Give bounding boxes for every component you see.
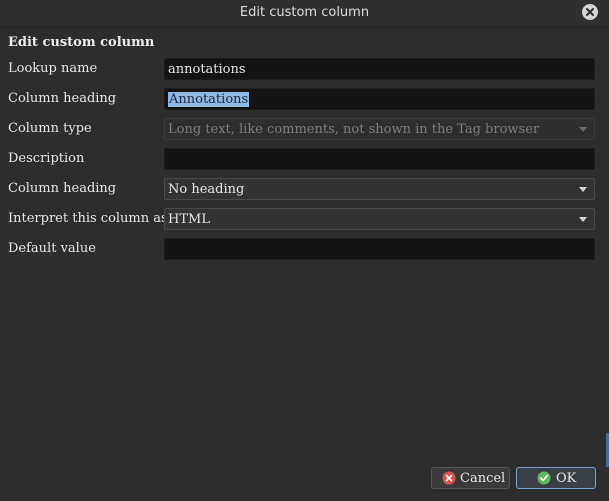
heading-position-value: No heading [168,182,245,197]
close-icon [586,8,594,16]
column-type-select: Long text, like comments, not shown in t… [164,118,595,140]
close-button[interactable] [582,4,598,20]
window-title: Edit custom column [239,5,370,20]
default-value-label: Default value [8,241,96,256]
interpret-as-select[interactable]: HTML [164,208,595,230]
chevron-down-icon [579,217,587,222]
column-heading-row: Column heading Annotations [0,87,609,111]
heading-position-label: Column heading [8,181,117,196]
ok-check-icon [537,471,551,485]
cancel-button[interactable]: Cancel [431,467,510,489]
dialog-content: Edit custom column Lookup name annotatio… [0,27,609,501]
cancel-icon [442,471,456,485]
lookup-name-row: Lookup name annotations [0,57,609,81]
lookup-name-label: Lookup name [8,61,98,76]
interpret-as-row: Interpret this column as: HTML [0,207,609,231]
cancel-label: Cancel [460,471,506,486]
description-row: Description [0,147,609,171]
column-type-value: Long text, like comments, not shown in t… [168,122,540,137]
heading-position-row: Column heading No heading [0,177,609,201]
ok-button[interactable]: OK [516,467,596,489]
interpret-as-value: HTML [168,212,210,227]
column-type-label: Column type [8,121,92,136]
description-label: Description [8,151,85,166]
interpret-as-label: Interpret this column as: [8,211,173,226]
edit-custom-column-dialog: Edit custom column Edit custom column Lo… [0,0,609,501]
column-heading-label: Column heading [8,91,117,106]
column-type-row: Column type Long text, like comments, no… [0,117,609,141]
column-heading-value: Annotations [168,92,250,107]
lookup-name-value: annotations [168,62,246,77]
chevron-down-icon [579,187,587,192]
ok-label: OK [556,471,577,486]
chevron-down-icon [579,127,587,132]
description-input[interactable] [164,148,595,170]
title-bar: Edit custom column [0,0,609,27]
column-heading-input[interactable]: Annotations [164,88,595,110]
default-value-input[interactable] [164,238,595,260]
default-value-row: Default value [0,237,609,261]
lookup-name-input[interactable]: annotations [164,58,595,80]
heading-position-select[interactable]: No heading [164,178,595,200]
group-title: Edit custom column [8,35,155,50]
